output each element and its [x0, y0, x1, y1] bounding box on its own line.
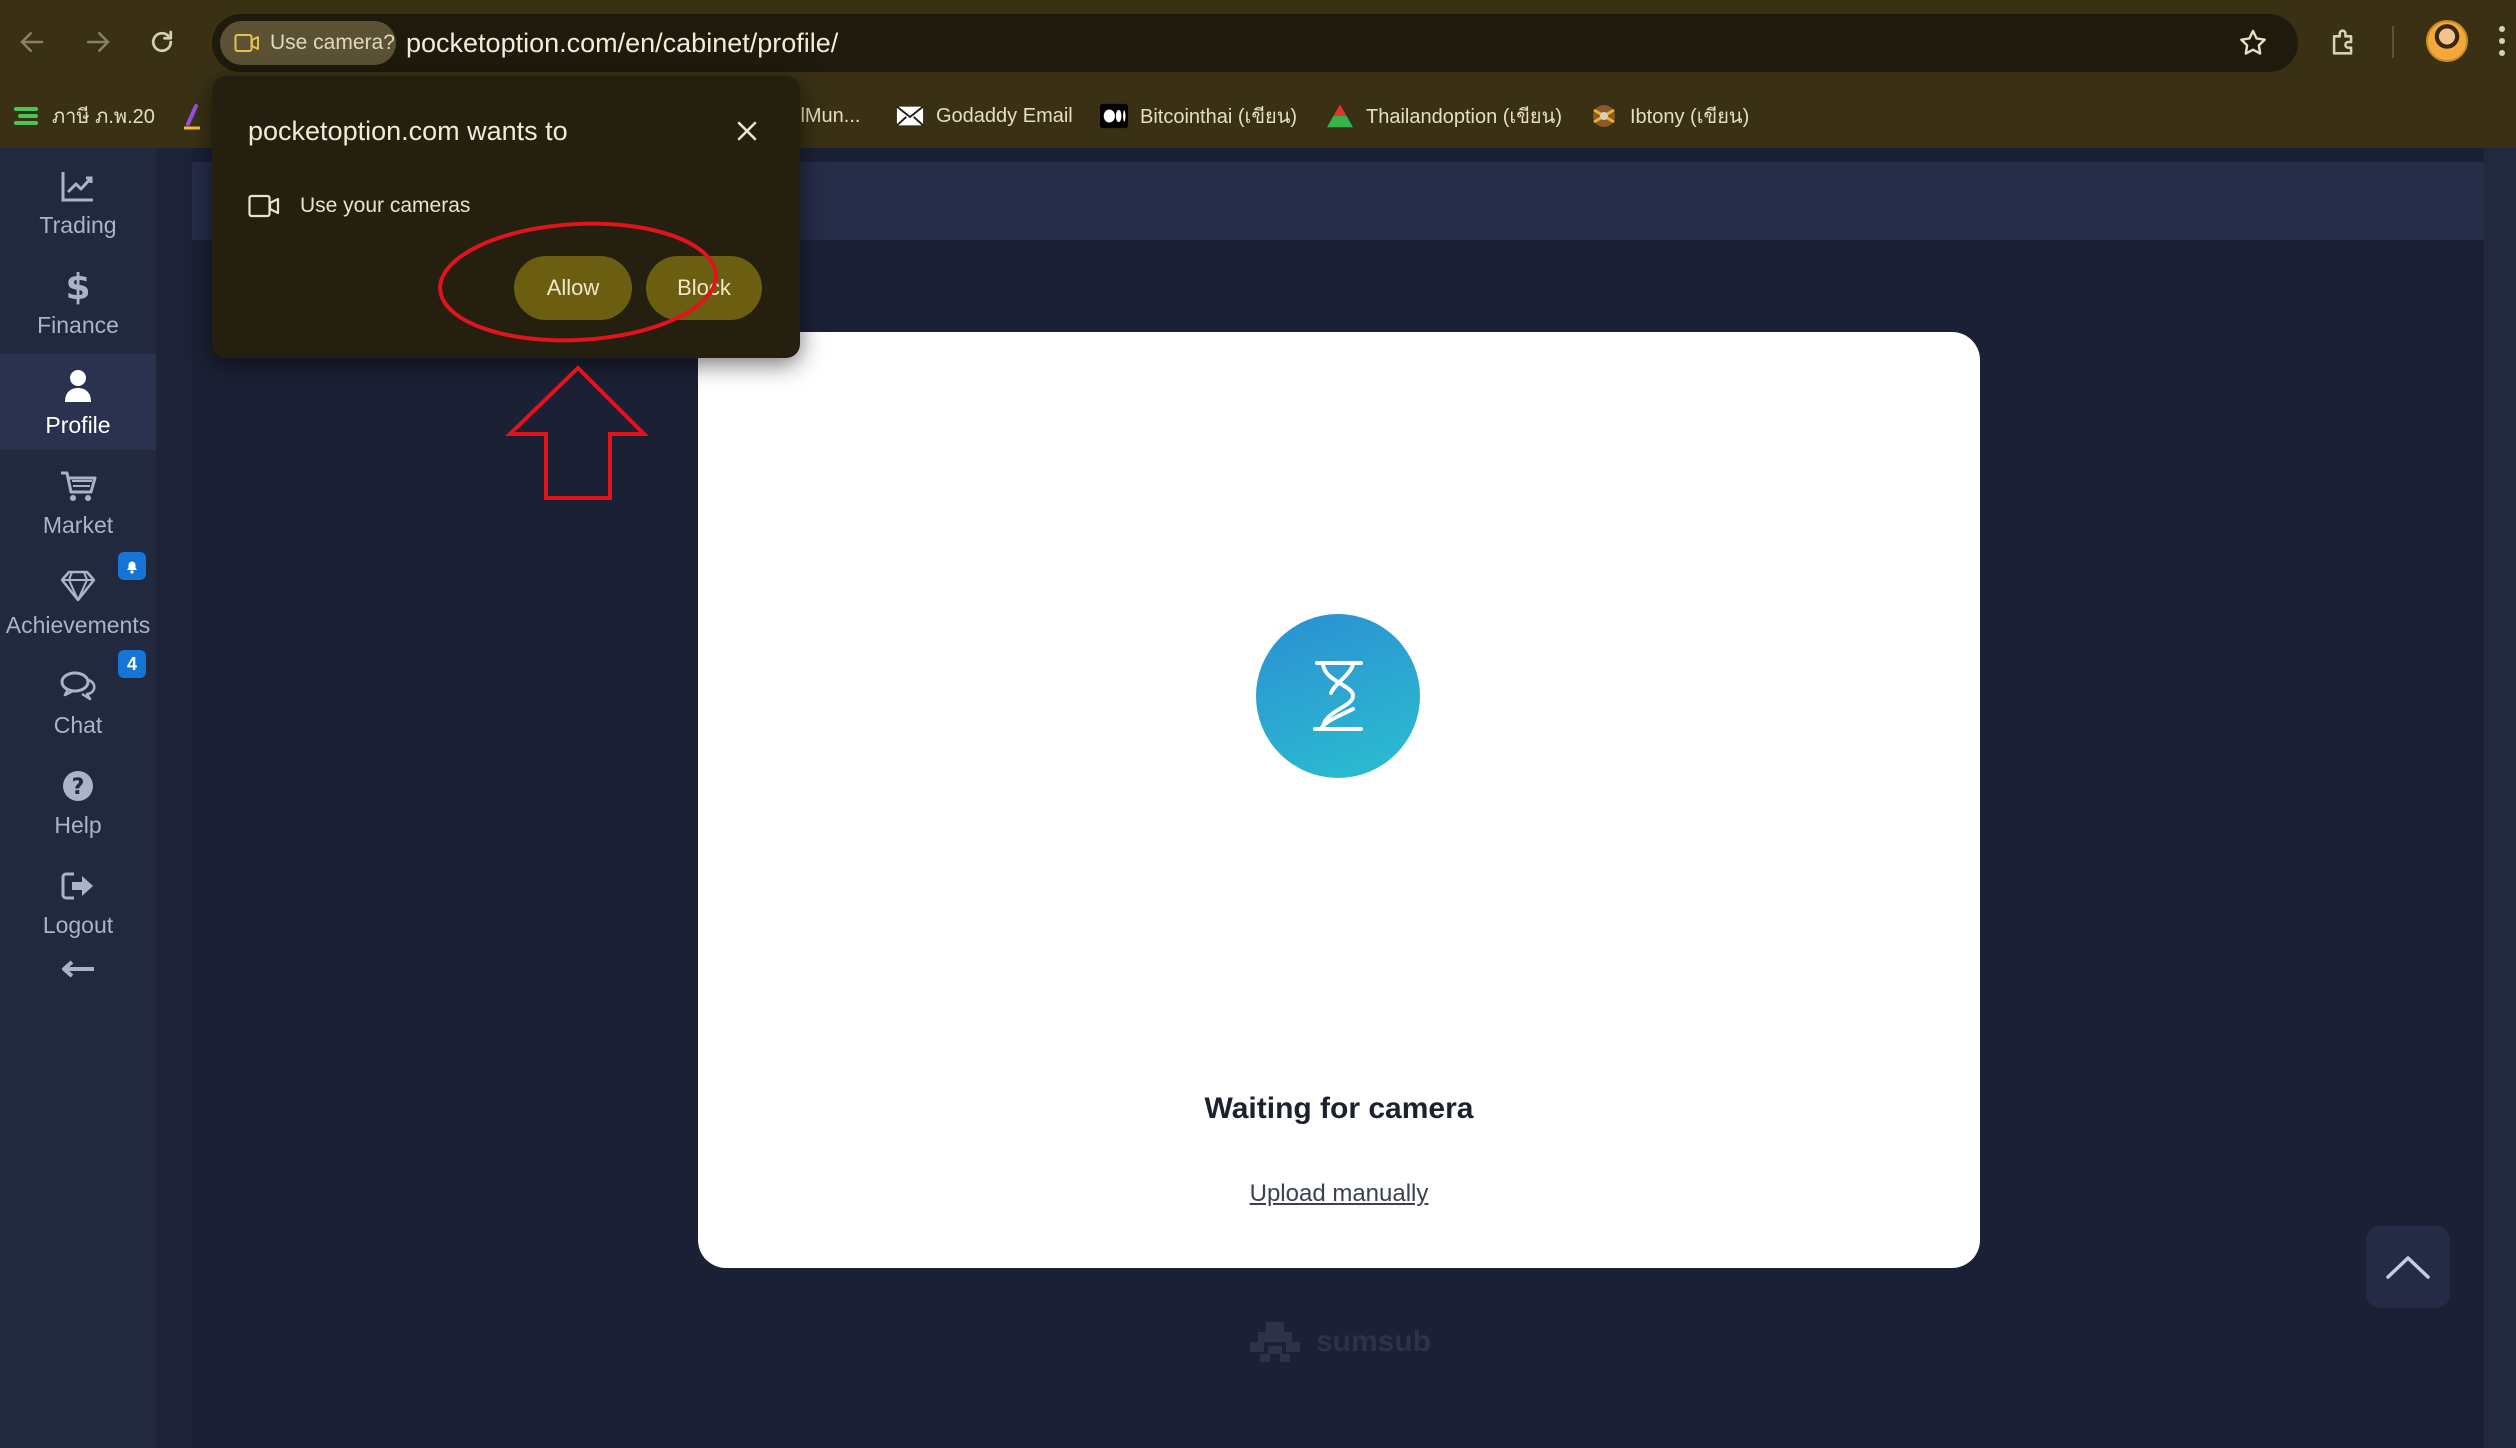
bookmark-label: ภาษี ภ.พ.20 — [52, 106, 155, 128]
sidebar-item-label: Chat — [53, 711, 103, 738]
bookmark-label: Ibtony (เขียน) — [1630, 106, 1750, 128]
sidebar-item-profile[interactable]: Profile — [0, 354, 156, 450]
sidebar-item-finance[interactable]: $ Finance — [0, 254, 156, 350]
profile-avatar[interactable] — [2426, 20, 2468, 62]
content-right-gutter — [2484, 148, 2516, 1448]
allow-button[interactable]: Allow — [514, 256, 632, 320]
diamond-icon — [60, 570, 96, 601]
notification-badge — [118, 552, 146, 580]
logout-icon — [61, 872, 93, 899]
chart-icon — [61, 171, 93, 201]
waiting-status: Waiting for camera — [1204, 1092, 1474, 1125]
ibtony-icon — [1590, 102, 1618, 130]
permission-label: Use your cameras — [300, 194, 471, 217]
camera-icon — [234, 34, 259, 52]
toolbar-separator — [2392, 26, 2394, 58]
menu-dots-icon[interactable] — [2498, 24, 2508, 60]
chat-count-badge: 4 — [118, 650, 146, 678]
bookmark-item[interactable]: Godaddy Email — [896, 98, 1073, 134]
sumsub-brand: sumsub — [1316, 1325, 1432, 1358]
close-icon — [737, 121, 757, 141]
email-icon — [896, 102, 924, 130]
content-left-gutter — [156, 148, 192, 1448]
chat-icon — [60, 671, 96, 700]
sidebar-item-label: Finance — [37, 311, 119, 338]
bookmark-label: Bitcointhai (เขียน) — [1140, 106, 1298, 128]
browser-toolbar: Use camera? pocketoption.com/en/cabinet/… — [0, 0, 2516, 84]
bookmark-item[interactable]: Ibtony (เขียน) — [1590, 98, 1749, 134]
screen: Use camera? pocketoption.com/en/cabinet/… — [0, 0, 2516, 1448]
bell-icon — [127, 561, 137, 574]
chevron-up-icon — [2386, 1256, 2430, 1279]
sidebar-nav: Trading $ Finance Profile Market Achieve… — [0, 148, 156, 1448]
waiting-indicator — [1256, 614, 1420, 778]
sidebar-item-label: Help — [54, 811, 102, 838]
green-lines-icon — [12, 102, 40, 130]
user-icon — [65, 369, 91, 402]
sumsub-logo: sumsub — [1246, 1318, 1431, 1366]
camera-icon — [248, 194, 280, 218]
sidebar-item-label: Achievements — [5, 611, 151, 638]
camera-chip-label: Use camera? — [270, 31, 395, 54]
sidebar-item-market[interactable]: Market — [0, 454, 156, 550]
sidebar-item-label: Market — [42, 511, 114, 538]
bookmark-item[interactable]: Bitcointhai (เขียน) — [1100, 98, 1297, 134]
bookmark-star-button[interactable] — [2232, 22, 2274, 64]
extensions-button[interactable] — [2322, 20, 2366, 64]
help-icon: ? — [63, 770, 93, 801]
bookmark-item[interactable] — [178, 98, 206, 134]
block-button[interactable]: Block — [646, 256, 762, 320]
sidebar-item-label: Trading — [39, 211, 117, 238]
svg-text:?: ? — [72, 775, 85, 800]
back-arrow-icon — [20, 32, 44, 52]
bookmark-label: Godaddy Email — [936, 104, 1073, 127]
address-bar[interactable]: Use camera? pocketoption.com/en/cabinet/… — [212, 14, 2298, 72]
sidebar-item-trading[interactable]: Trading — [0, 154, 156, 250]
forward-arrow-icon — [86, 32, 110, 52]
bookmark-label: ilMun... — [796, 104, 861, 127]
camera-permission-chip[interactable]: Use camera? — [220, 21, 396, 65]
purple-icon — [178, 102, 206, 130]
upload-manually-link[interactable]: Upload manually — [698, 1180, 1980, 1208]
reload-icon — [151, 30, 173, 53]
svg-text:$: $ — [65, 267, 90, 306]
sidebar-item-label: Profile — [45, 411, 111, 438]
triangle-icon — [1326, 102, 1354, 130]
popup-title: pocketoption.com wants to — [248, 116, 568, 146]
url-text[interactable]: pocketoption.com/en/cabinet/profile/ — [406, 24, 838, 62]
forward-button[interactable] — [74, 18, 122, 66]
permission-row: Use your cameras — [248, 188, 470, 224]
scroll-to-top-button[interactable] — [2366, 1226, 2450, 1308]
hourglass-icon — [1313, 661, 1363, 731]
verification-card: Waiting for camera Upload manually — [698, 332, 1980, 1268]
puzzle-icon — [2332, 29, 2353, 55]
bookmark-item[interactable]: Thailandoption (เขียน) — [1326, 98, 1562, 134]
popup-close-button[interactable] — [726, 110, 768, 152]
dollar-icon: $ — [65, 267, 90, 306]
medium-icon — [1100, 102, 1128, 130]
arrow-left-icon — [62, 960, 94, 978]
sidebar-collapse-button[interactable] — [0, 934, 156, 1004]
sidebar-item-help[interactable]: ? Help — [0, 754, 156, 850]
sumsub-logo-icon — [1250, 1322, 1300, 1362]
bookmark-label: Thailandoption (เขียน) — [1366, 106, 1562, 128]
cart-icon — [61, 471, 97, 501]
bookmark-item[interactable]: ภาษี ภ.พ.20 — [12, 98, 155, 134]
camera-permission-popup: pocketoption.com wants to Use your camer… — [212, 76, 800, 358]
reload-button[interactable] — [138, 18, 186, 66]
back-button[interactable] — [8, 18, 56, 66]
bookmark-item[interactable]: ilMun... — [796, 98, 860, 134]
star-icon — [2240, 29, 2266, 55]
